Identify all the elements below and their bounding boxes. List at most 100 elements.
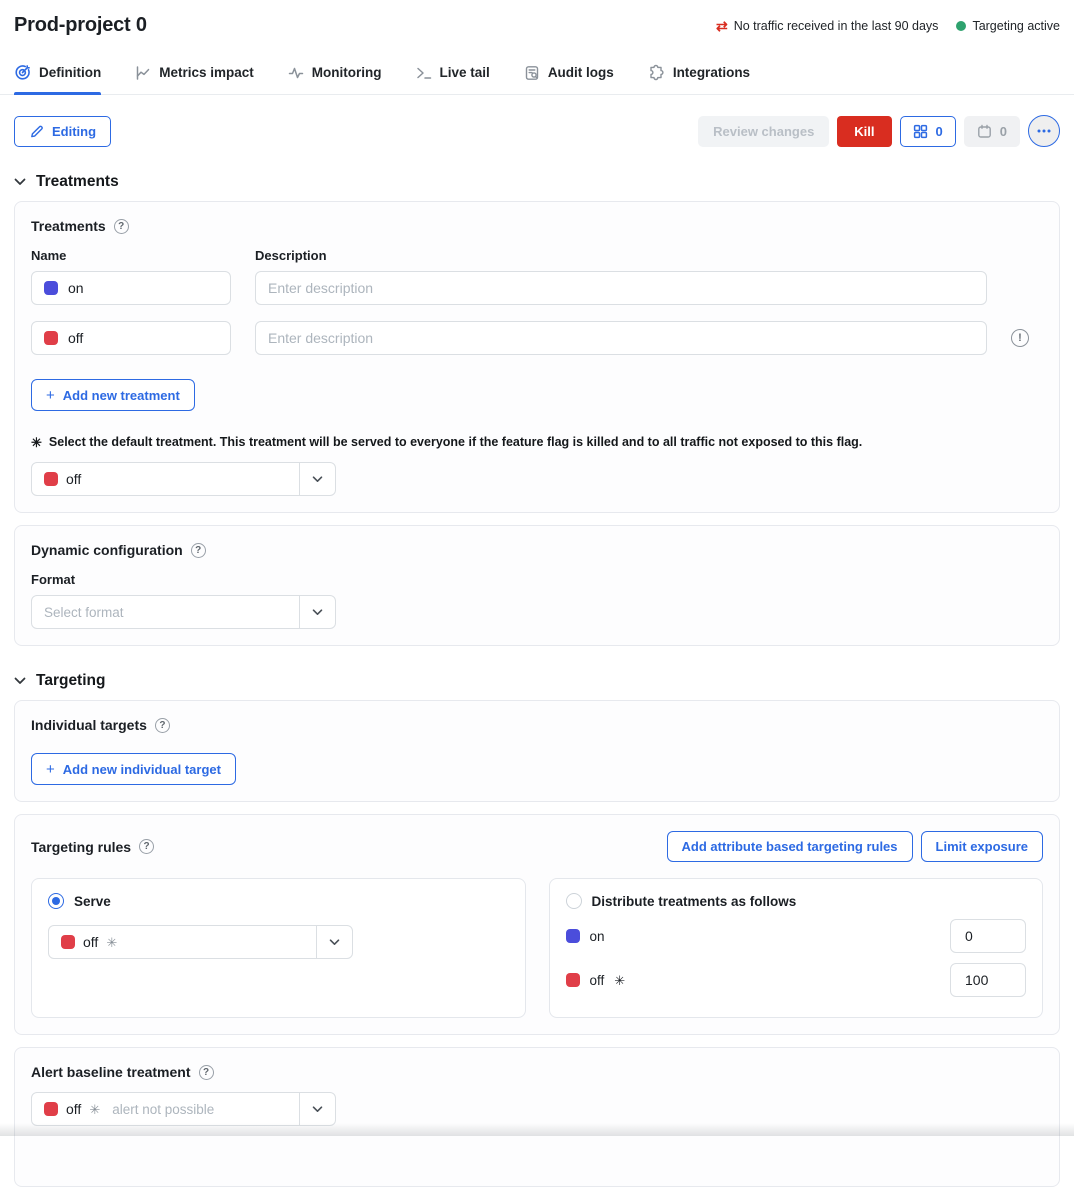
format-label: Format — [31, 572, 231, 587]
editing-button[interactable]: Editing — [14, 116, 111, 147]
tab-label: Metrics impact — [159, 65, 254, 80]
targeting-section-header[interactable]: Targeting — [14, 672, 1060, 690]
treatment-color-swatch — [566, 929, 580, 943]
selected-treatment: off — [66, 471, 291, 487]
default-marker-icon: ✳ — [106, 936, 308, 949]
review-changes-button[interactable]: Review changes — [698, 116, 829, 147]
section-title: Treatments — [36, 173, 119, 191]
page-title: Prod-project 0 — [14, 14, 147, 37]
schedule-count: 0 — [1000, 124, 1007, 139]
traffic-swap-icon: ⇄ — [716, 19, 728, 33]
page-header: Prod-project 0 ⇄ No traffic received in … — [14, 0, 1060, 37]
distribute-radio[interactable] — [566, 893, 582, 909]
individual-targets-card: Individual targets ? + Add new individua… — [14, 700, 1060, 802]
treatment-color-swatch — [61, 935, 75, 949]
serve-radio-label: Serve — [74, 894, 111, 909]
targeting-rules-card: Targeting rules ? Add attribute based ta… — [14, 814, 1060, 1035]
distribute-radio-label: Distribute treatments as follows — [592, 894, 797, 909]
section-title: Targeting — [36, 672, 105, 690]
alert-baseline-select[interactable]: off ✳ alert not possible — [31, 1092, 336, 1126]
traffic-status: ⇄ No traffic received in the last 90 day… — [716, 19, 938, 33]
selected-treatment: off — [66, 1101, 81, 1117]
default-treatment-note: ✳ Select the default treatment. This tre… — [31, 435, 1043, 449]
add-individual-target-button[interactable]: + Add new individual target — [31, 753, 236, 785]
treatment-name: on — [68, 280, 84, 296]
treatment-description-input[interactable] — [255, 271, 987, 305]
traffic-status-label: No traffic received in the last 90 days — [734, 19, 939, 33]
pencil-icon — [29, 124, 44, 139]
chevron-down-icon — [299, 1093, 335, 1125]
tab-audit-logs[interactable]: Audit logs — [524, 64, 614, 94]
help-icon[interactable]: ? — [191, 543, 206, 558]
alert-hint: alert not possible — [108, 1102, 291, 1117]
format-select[interactable]: Select format — [31, 595, 336, 629]
treatment-row: off ! — [31, 321, 1043, 355]
add-individual-target-label: Add new individual target — [63, 762, 221, 777]
chevron-down-icon — [316, 926, 352, 958]
treatment-row: on — [31, 271, 1043, 305]
limit-exposure-button[interactable]: Limit exposure — [921, 831, 1043, 862]
default-marker-icon: ✳ — [614, 974, 625, 987]
toolbar: Editing Review changes Kill 0 — [14, 115, 1060, 147]
distribute-row: off ✳ — [566, 963, 1027, 997]
plus-icon: + — [46, 762, 55, 777]
status-area: ⇄ No traffic received in the last 90 day… — [716, 14, 1060, 33]
chevron-down-icon — [14, 677, 26, 685]
rollout-board-button[interactable]: 0 — [900, 116, 956, 147]
treatment-name: off — [68, 330, 83, 346]
serve-treatment-select[interactable]: off ✳ — [48, 925, 353, 959]
terminal-icon — [416, 65, 432, 81]
help-icon[interactable]: ? — [114, 219, 129, 234]
treatment-color-swatch — [44, 1102, 58, 1116]
grid-icon — [913, 124, 928, 139]
treatment-description-input[interactable] — [255, 321, 987, 355]
serve-rule-card: Serve off ✳ — [31, 878, 526, 1018]
schedule-button[interactable]: 0 — [964, 116, 1020, 147]
card-title: Dynamic configuration — [31, 542, 183, 558]
add-treatment-label: Add new treatment — [63, 388, 180, 403]
chevron-down-icon — [299, 596, 335, 628]
default-treatment-select[interactable]: off — [31, 462, 336, 496]
puzzle-icon — [648, 64, 665, 81]
serve-radio[interactable] — [48, 893, 64, 909]
help-icon[interactable]: ? — [155, 718, 170, 733]
tab-label: Monitoring — [312, 65, 382, 80]
distribute-percent-input[interactable] — [950, 919, 1026, 953]
card-title: Alert baseline treatment — [31, 1064, 191, 1080]
card-title: Targeting rules — [31, 839, 131, 855]
add-attribute-rules-button[interactable]: Add attribute based targeting rules — [667, 831, 913, 862]
more-options-button[interactable] — [1028, 115, 1060, 147]
calendar-icon — [977, 124, 992, 139]
distribute-percent-input[interactable] — [950, 963, 1026, 997]
add-new-treatment-button[interactable]: + Add new treatment — [31, 379, 195, 411]
description-column-label: Description — [255, 248, 987, 263]
default-marker-icon: ✳ — [31, 436, 42, 449]
target-icon — [14, 64, 31, 81]
name-column-label: Name — [31, 248, 231, 263]
tab-metrics-impact[interactable]: Metrics impact — [135, 64, 254, 94]
tab-label: Audit logs — [548, 65, 614, 80]
format-select-placeholder: Select format — [44, 605, 291, 620]
kill-button[interactable]: Kill — [837, 116, 891, 147]
ellipsis-icon — [1037, 129, 1051, 133]
chevron-down-icon — [299, 463, 335, 495]
card-title: Individual targets — [31, 717, 147, 733]
tab-label: Definition — [39, 65, 101, 80]
help-icon[interactable]: ? — [199, 1065, 214, 1080]
targeting-status: Targeting active — [956, 19, 1060, 33]
tab-live-tail[interactable]: Live tail — [416, 64, 490, 94]
help-icon[interactable]: ? — [139, 839, 154, 854]
treatment-name-field[interactable]: on — [31, 271, 231, 305]
treatments-section-header[interactable]: Treatments — [14, 173, 1060, 191]
treatment-name-field[interactable]: off — [31, 321, 231, 355]
treatment-color-swatch — [44, 281, 58, 295]
tab-integrations[interactable]: Integrations — [648, 64, 750, 94]
default-note-text: Select the default treatment. This treat… — [49, 435, 862, 449]
tab-definition[interactable]: Definition — [14, 64, 101, 94]
pulse-icon — [288, 65, 304, 81]
tab-monitoring[interactable]: Monitoring — [288, 64, 382, 94]
warning-icon[interactable]: ! — [1011, 329, 1029, 347]
tab-bar: Definition Metrics impact Monitoring — [0, 64, 1074, 95]
treatment-color-swatch — [44, 472, 58, 486]
audit-log-icon — [524, 65, 540, 81]
